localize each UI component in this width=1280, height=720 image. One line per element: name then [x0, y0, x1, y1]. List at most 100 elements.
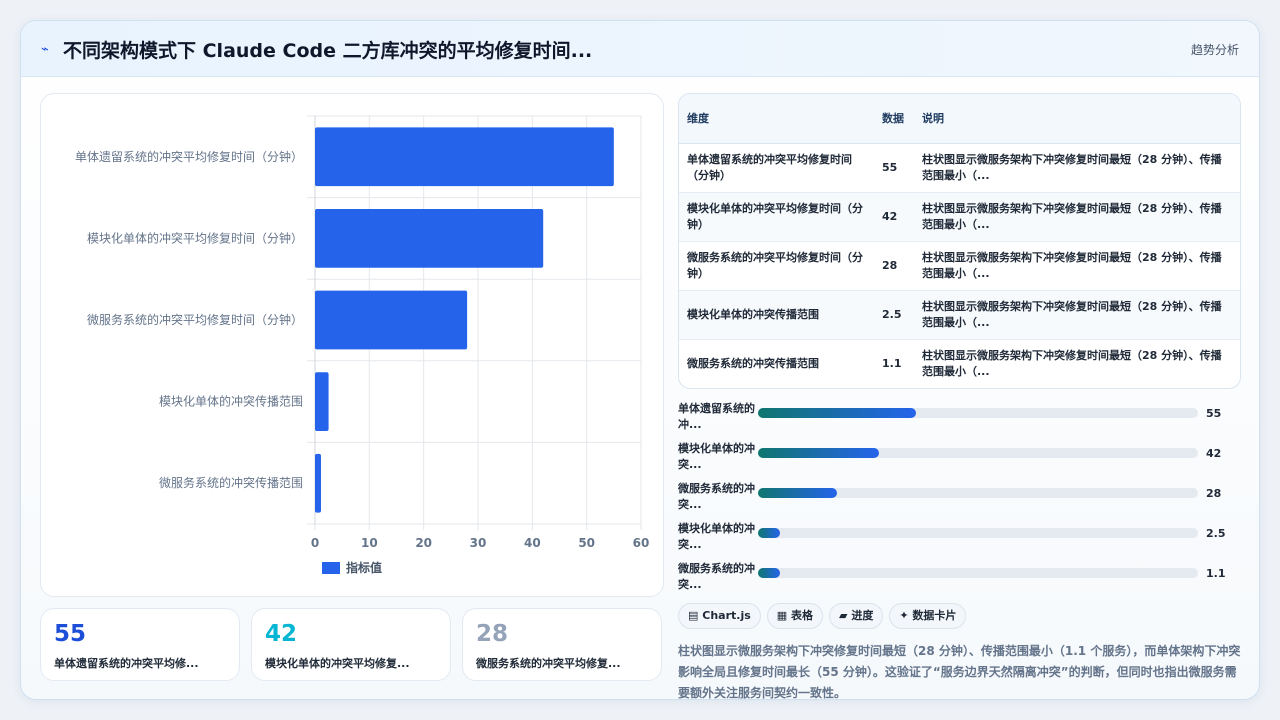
bar-chart: 0 10 20 30 40 50 60 单体遗留系统的冲突平均修复时间（分钟） 模块化单体的冲突… — [75, 115, 650, 575]
progress-fill — [758, 448, 879, 458]
table-cell-data: 55 — [874, 143, 914, 193]
progress-value: 42 — [1206, 447, 1222, 460]
y-tick-label: 单体遗留系统的冲突平均修复时间（分钟） — [75, 149, 303, 164]
tag-row: ▤ Chart.js ▦ 表格 ▰ 进度 ✦ 数据卡片 — [678, 603, 972, 631]
dashboard-frame: ⌁ 不同架构模式下 Claude Code 二方库冲突的平均修复时间... 趋势… — [20, 20, 1260, 700]
table-cell-description: 柱状图显示微服务架构下冲突修复时间最短（28 分钟）、传播范围最小（... — [914, 192, 1240, 242]
tag-label: Chart.js — [702, 609, 751, 622]
table-cell-data: 2.5 — [874, 290, 914, 340]
table-header-row: 维度 数据 说明 — [679, 94, 1240, 144]
y-tick-label: 微服务系统的冲突传播范围 — [159, 475, 303, 490]
table-cell-dimension: 模块化单体的冲突传播范围 — [679, 290, 874, 340]
table-cell-description: 柱状图显示微服务架构下冲突修复时间最短（28 分钟）、传播范围最小（... — [914, 143, 1240, 193]
progress-track — [758, 488, 1198, 498]
tag-label: 数据卡片 — [912, 609, 957, 622]
x-tick-label: 50 — [578, 536, 595, 550]
progress-list: 单体遗留系统的冲... 55 模块化单体的冲突... 42 微服务系统的冲突..… — [678, 399, 1241, 599]
column-header-description: 说明 — [914, 94, 1240, 144]
progress-row: 模块化单体的冲突... 42 — [678, 439, 1241, 475]
bar — [315, 290, 468, 350]
summary-text: 柱状图显示微服务架构下冲突修复时间最短（28 分钟）、传播范围最小（1.1 个服… — [678, 644, 1241, 700]
x-tick-label: 30 — [470, 536, 487, 550]
x-tick-label: 20 — [415, 536, 432, 550]
sparkle-icon: ✦ — [899, 609, 909, 622]
progress-row: 微服务系统的冲突... 1.1 — [678, 559, 1241, 595]
bar — [315, 127, 614, 187]
progress-row: 单体遗留系统的冲... 55 — [678, 399, 1241, 435]
x-tick-label: 40 — [524, 536, 541, 550]
progress-label: 模块化单体的冲突... — [678, 522, 755, 551]
progress-label: 微服务系统的冲突... — [678, 562, 755, 591]
chart-icon: ▤ — [688, 609, 699, 622]
bar-chart-card: 0 10 20 30 40 50 60 单体遗留系统的冲突平均修复时间（分钟） 模块化单体的冲突… — [40, 93, 664, 597]
table-row: 模块化单体的冲突平均修复时间（分钟） 42 柱状图显示微服务架构下冲突修复时间最… — [679, 192, 1240, 242]
trend-icon: ⌁ — [41, 42, 49, 57]
stat-value: 55 — [54, 621, 87, 647]
table-cell-data: 28 — [874, 241, 914, 291]
stat-label: 模块化单体的冲突平均修复... — [265, 657, 410, 670]
tag-chartjs[interactable]: ▤ Chart.js — [678, 603, 761, 629]
stat-card-1: 55 单体遗留系统的冲突平均修... — [40, 608, 240, 681]
progress-track — [758, 568, 1198, 578]
progress-row: 模块化单体的冲突... 2.5 — [678, 519, 1241, 555]
x-tick-label: 60 — [633, 536, 650, 550]
table-cell-data: 1.1 — [882, 356, 902, 370]
table-row: 模块化单体的冲突传播范围 2.5 柱状图显示微服务架构下冲突修复时间最短（28 … — [679, 290, 1240, 340]
stat-label: 单体遗留系统的冲突平均修... — [54, 657, 199, 670]
stat-value: 42 — [265, 621, 298, 647]
header: ⌁ 不同架构模式下 Claude Code 二方库冲突的平均修复时间... 趋势… — [21, 21, 1259, 77]
y-tick-label: 微服务系统的冲突平均修复时间（分钟） — [87, 312, 303, 327]
bar — [315, 453, 321, 513]
column-header-data: 数据 — [874, 94, 914, 144]
stat-label: 微服务系统的冲突平均修复... — [476, 657, 621, 670]
progress-track — [758, 408, 1198, 418]
progress-value: 1.1 — [1206, 567, 1226, 580]
table-cell-dimension: 微服务系统的冲突平均修复时间（分钟） — [679, 241, 874, 291]
table-row: 微服务系统的冲突传播范围 1.1 柱状图显示微服务架构下冲突修复时间最短（28 … — [679, 339, 1240, 388]
stat-card-2: 42 模块化单体的冲突平均修复... — [251, 608, 451, 681]
progress-fill — [758, 528, 780, 538]
x-tick-label: 10 — [361, 536, 378, 550]
tag-label: 表格 — [791, 609, 814, 622]
progress-label: 微服务系统的冲突... — [678, 482, 755, 511]
table-cell-description: 柱状图显示微服务架构下冲突修复时间最短（28 分钟）、传播范围最小（... — [914, 241, 1240, 291]
progress-row: 微服务系统的冲突... 28 — [678, 479, 1241, 515]
tag-label: 进度 — [851, 609, 874, 622]
table-cell-dimension: 微服务系统的冲突传播范围 — [687, 356, 819, 370]
table-row: 单体遗留系统的冲突平均修复时间（分钟） 55 柱状图显示微服务架构下冲突修复时间… — [679, 143, 1240, 193]
bar — [315, 372, 329, 431]
trend-analysis-link[interactable]: 趋势分析 — [1191, 41, 1239, 58]
progress-label: 单体遗留系统的冲... — [678, 402, 755, 431]
column-header-dimension: 维度 — [679, 94, 874, 144]
progress-value: 2.5 — [1206, 527, 1226, 540]
bar — [315, 209, 544, 268]
stat-card-3: 28 微服务系统的冲突平均修复... — [462, 608, 662, 681]
progress-value: 28 — [1206, 487, 1222, 500]
progress-track — [758, 528, 1198, 538]
y-tick-label: 模块化单体的冲突传播范围 — [159, 394, 303, 409]
data-table-card: 维度 数据 说明 单体遗留系统的冲突平均修复时间（分钟） 55 柱状图显示微服务… — [678, 93, 1241, 389]
progress-value: 55 — [1206, 407, 1222, 420]
progress-icon: ▰ — [839, 609, 848, 622]
legend-swatch — [322, 562, 340, 574]
page-title: 不同架构模式下 Claude Code 二方库冲突的平均修复时间... — [63, 40, 593, 62]
tag-progress[interactable]: ▰ 进度 — [829, 603, 884, 629]
tag-data-card[interactable]: ✦ 数据卡片 — [889, 603, 967, 629]
table-cell-dimension: 单体遗留系统的冲突平均修复时间（分钟） — [679, 143, 874, 193]
table-row: 微服务系统的冲突平均修复时间（分钟） 28 柱状图显示微服务架构下冲突修复时间最… — [679, 241, 1240, 291]
progress-fill — [758, 488, 838, 498]
table-cell-dimension: 模块化单体的冲突平均修复时间（分钟） — [679, 192, 874, 242]
table-cell-description: 柱状图显示微服务架构下冲突修复时间最短（28 分钟）、传播范围最小（... — [922, 348, 1222, 378]
data-table: 维度 数据 说明 单体遗留系统的冲突平均修复时间（分钟） 55 柱状图显示微服务… — [679, 94, 1240, 388]
y-tick-label: 模块化单体的冲突平均修复时间（分钟） — [87, 230, 303, 245]
table-cell-description: 柱状图显示微服务架构下冲突修复时间最短（28 分钟）、传播范围最小（... — [914, 290, 1240, 340]
x-tick-label: 0 — [311, 536, 319, 550]
legend-label: 指标值 — [346, 560, 382, 575]
progress-fill — [758, 568, 780, 578]
table-icon: ▦ — [776, 609, 788, 622]
stat-value: 28 — [476, 621, 509, 647]
progress-label: 模块化单体的冲突... — [678, 442, 755, 471]
table-cell-data: 42 — [874, 192, 914, 242]
progress-fill — [758, 408, 917, 418]
tag-table[interactable]: ▦ 表格 — [766, 603, 824, 629]
